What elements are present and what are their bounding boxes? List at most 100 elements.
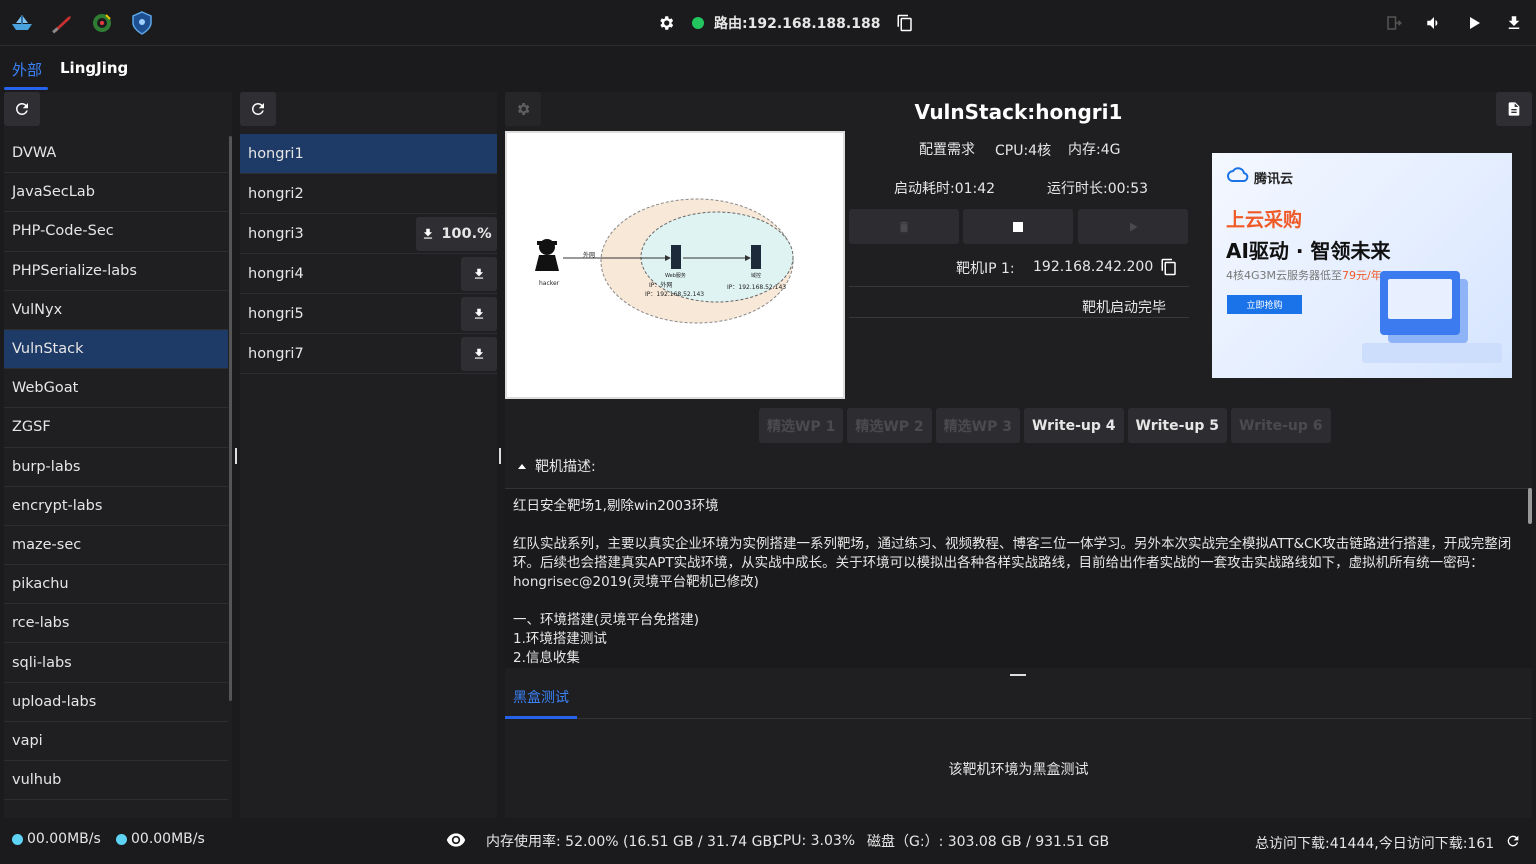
machine-name: hongri3 bbox=[248, 225, 304, 242]
config-label: 配置需求 bbox=[919, 142, 975, 158]
knife-icon[interactable] bbox=[50, 11, 74, 35]
download-machine-button[interactable]: 100.% bbox=[416, 217, 497, 251]
cpu-usage: CPU: 3.03% bbox=[773, 833, 856, 849]
download-machine-button[interactable] bbox=[461, 297, 497, 331]
description-line: 红队实战系列，主要以真实企业环境为实例搭建一系列靶场，通过练习、视频教程、博客三… bbox=[513, 536, 1512, 590]
writeup-button[interactable]: 精选WP 2 bbox=[847, 408, 932, 443]
online-status-dot bbox=[692, 17, 704, 29]
download-icon bbox=[472, 347, 486, 361]
machine-name: hongri5 bbox=[248, 305, 304, 322]
tab-lingjing[interactable]: LingJing bbox=[60, 59, 128, 77]
machine-item[interactable]: hongri5 bbox=[240, 294, 497, 334]
category-list: DVWA JavaSecLab PHP-Code-Sec PHPSerialize-l… bbox=[4, 134, 228, 818]
download-icon[interactable] bbox=[1502, 11, 1526, 35]
panel-splitter-1[interactable] bbox=[235, 448, 237, 464]
description-header[interactable]: 靶机描述: bbox=[517, 456, 596, 476]
refresh-categories-button[interactable] bbox=[4, 92, 40, 126]
category-item[interactable]: upload-labs bbox=[4, 683, 228, 722]
refresh-stats-icon[interactable] bbox=[1505, 833, 1521, 849]
ad-slogan: AI驱动 · 智领未来 bbox=[1226, 239, 1391, 263]
source-tabs: 外部 LingJing bbox=[0, 47, 1536, 91]
blackbox-description: 该靶机环境为黑盒测试 bbox=[948, 762, 1089, 778]
category-item[interactable]: rce-labs bbox=[4, 604, 228, 644]
stop-machine-button[interactable] bbox=[963, 209, 1073, 244]
category-item[interactable]: PHPSerialize-labs bbox=[4, 252, 228, 291]
horizontal-splitter[interactable] bbox=[1010, 674, 1026, 676]
ad-buy-button[interactable]: 立即抢购 bbox=[1227, 295, 1302, 314]
target-icon[interactable] bbox=[90, 11, 114, 35]
description-line bbox=[513, 592, 1524, 611]
ad-headline: 上云采购 bbox=[1226, 209, 1303, 231]
description-line: 一、环境搭建(灵境平台免搭建) bbox=[513, 612, 700, 628]
machine-name: hongri4 bbox=[248, 265, 304, 282]
copy-ip-icon[interactable] bbox=[1160, 257, 1178, 281]
download-icon bbox=[472, 267, 486, 281]
category-item[interactable]: maze-sec bbox=[4, 526, 228, 566]
web-server-label: Web服务 bbox=[665, 272, 686, 279]
category-item[interactable]: burp-labs bbox=[4, 448, 228, 487]
category-item[interactable]: VulNyx bbox=[4, 291, 228, 330]
machine-detail-panel: VulnStack:hongri1 hacker 外网 Web服务 IP：外网 … bbox=[505, 92, 1532, 818]
ad-brand: 腾讯云 bbox=[1254, 171, 1294, 187]
description-line: 2.信息收集 bbox=[513, 650, 580, 666]
writeup-button[interactable]: Write-up 5 bbox=[1127, 408, 1228, 443]
category-item[interactable]: sqli-labs bbox=[4, 643, 228, 683]
upload-arrow-icon bbox=[12, 833, 23, 845]
category-item[interactable]: vapi bbox=[4, 722, 228, 761]
divider bbox=[849, 317, 1189, 318]
category-item[interactable]: pikachu bbox=[4, 565, 228, 605]
category-item[interactable]: ZGSF bbox=[4, 408, 228, 448]
ship-icon[interactable] bbox=[10, 11, 34, 35]
download-arrow-icon bbox=[116, 833, 127, 845]
download-machine-button[interactable] bbox=[461, 337, 497, 371]
advertisement-banner[interactable]: 腾讯云 上云采购 AI驱动 · 智领未来 4核4G3M云服务器低至79元/年 立… bbox=[1212, 153, 1512, 378]
description-text-area[interactable]: 红日安全靶场1,剔除win2003环境 红队实战系列，主要以真实企业环境为实例搭建… bbox=[505, 488, 1532, 668]
category-item[interactable]: vulhub bbox=[4, 761, 228, 801]
document-button[interactable] bbox=[1496, 92, 1532, 126]
writeup-button[interactable]: Write-up 6 bbox=[1231, 408, 1331, 443]
category-item[interactable]: encrypt-labs bbox=[4, 487, 228, 526]
memory-requirement: 内存:4G bbox=[1068, 142, 1121, 158]
category-item[interactable]: PHP-Code-Sec bbox=[4, 212, 228, 252]
download-machine-button[interactable] bbox=[461, 257, 497, 291]
category-panel: DVWA JavaSecLab PHP-Code-Sec PHPSerialize-l… bbox=[4, 92, 232, 818]
settings-gear-icon[interactable] bbox=[656, 14, 676, 32]
machine-item[interactable]: hongri4 bbox=[240, 254, 497, 294]
description-line bbox=[513, 516, 1524, 535]
panel-splitter-2[interactable] bbox=[499, 448, 501, 464]
writeup-button[interactable]: 精选WP 1 bbox=[759, 408, 844, 443]
machine-item[interactable]: hongri7 bbox=[240, 334, 497, 374]
machine-item[interactable]: hongri3 100.% bbox=[240, 214, 497, 254]
writeup-button[interactable]: 精选WP 3 bbox=[935, 408, 1020, 443]
domain-controller-label: 域控 bbox=[751, 272, 761, 279]
refresh-machines-button[interactable] bbox=[240, 92, 276, 126]
play-icon[interactable] bbox=[1462, 11, 1486, 35]
tab-external[interactable]: 外部 bbox=[12, 59, 42, 80]
machine-item[interactable]: hongri2 bbox=[240, 174, 497, 214]
volume-icon[interactable] bbox=[1422, 11, 1446, 35]
hacker-label: hacker bbox=[539, 280, 560, 287]
category-scrollbar[interactable] bbox=[229, 136, 232, 701]
category-item[interactable]: JavaSecLab bbox=[4, 173, 228, 213]
category-item[interactable]: WebGoat bbox=[4, 369, 228, 409]
target-ip-value: 192.168.242.200 bbox=[1033, 259, 1154, 275]
exit-icon[interactable] bbox=[1382, 11, 1406, 35]
dc-ip-label: IP：192.168.52.143 bbox=[727, 284, 786, 291]
collapse-caret-icon[interactable] bbox=[517, 458, 527, 474]
start-machine-button[interactable] bbox=[1078, 209, 1188, 244]
blackbox-tab-indicator bbox=[505, 716, 577, 719]
copy-icon[interactable] bbox=[896, 13, 914, 33]
eye-icon[interactable] bbox=[446, 833, 466, 847]
category-item[interactable]: VulnStack bbox=[4, 329, 228, 370]
machine-panel: hongri1 hongri2 hongri3 100.% hongri4 hongri5… bbox=[240, 92, 497, 818]
tab-blackbox-test[interactable]: 黑盒测试 bbox=[513, 687, 569, 707]
download-speed: 00.00MB/s bbox=[116, 831, 205, 847]
writeup-button[interactable]: Write-up 4 bbox=[1023, 408, 1124, 443]
delete-machine-button[interactable] bbox=[849, 209, 959, 244]
shield-icon[interactable] bbox=[130, 11, 154, 35]
memory-usage: 内存使用率: 52.00% (16.51 GB / 31.74 GB) bbox=[486, 834, 778, 850]
description-scrollbar[interactable] bbox=[1528, 488, 1532, 524]
category-item[interactable]: DVWA bbox=[4, 134, 228, 174]
machine-item[interactable]: hongri1 bbox=[240, 134, 497, 174]
visit-stats: 总访问下载:41444,今日访问下载:161 bbox=[1255, 836, 1495, 852]
